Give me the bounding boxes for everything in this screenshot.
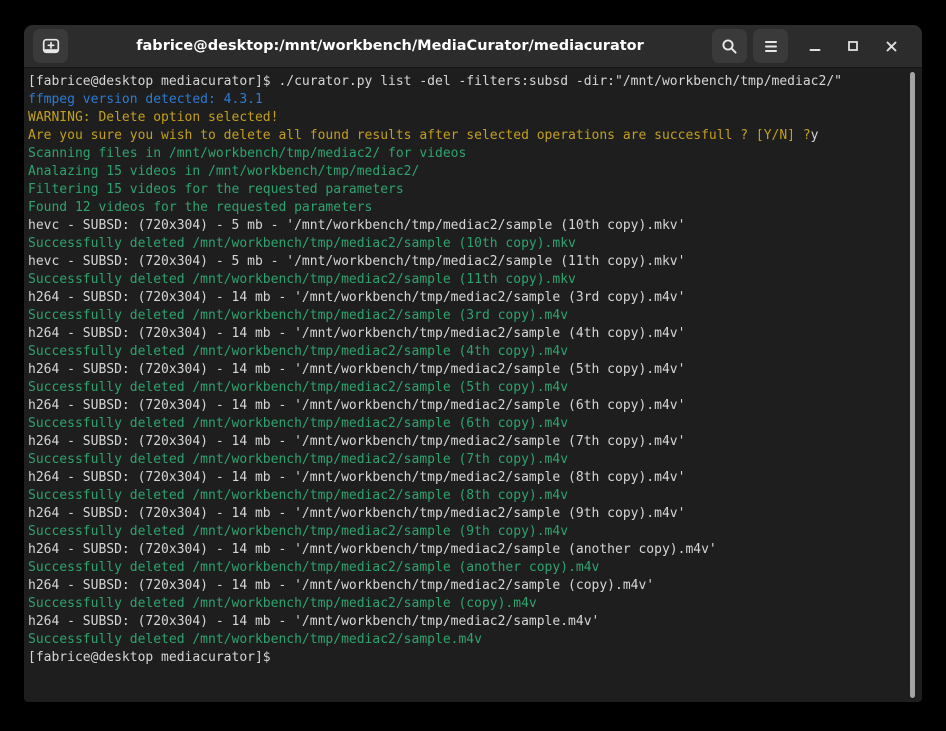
terminal-line: h264 - SUBSD: (720x304) - 14 mb - '/mnt/… <box>28 325 906 343</box>
new-tab-icon <box>42 38 60 54</box>
hamburger-menu-icon <box>764 40 778 53</box>
close-button[interactable] <box>872 29 910 63</box>
window-controls <box>796 29 910 63</box>
terminal-line: Successfully deleted /mnt/workbench/tmp/… <box>28 235 906 253</box>
minimize-icon <box>809 40 821 52</box>
terminal-line: [fabrice@desktop mediacurator]$ ./curato… <box>28 73 906 91</box>
terminal-line: Successfully deleted /mnt/workbench/tmp/… <box>28 271 906 289</box>
maximize-button[interactable] <box>834 29 872 63</box>
titlebar-action-buttons <box>712 29 788 63</box>
terminal-line: Successfully deleted /mnt/workbench/tmp/… <box>28 415 906 433</box>
terminal-line: Found 12 videos for the requested parame… <box>28 199 906 217</box>
terminal-line: h264 - SUBSD: (720x304) - 14 mb - '/mnt/… <box>28 433 906 451</box>
terminal-line: h264 - SUBSD: (720x304) - 14 mb - '/mnt/… <box>28 469 906 487</box>
terminal-line: h264 - SUBSD: (720x304) - 14 mb - '/mnt/… <box>28 613 906 631</box>
terminal-line: Filtering 15 videos for the requested pa… <box>28 181 906 199</box>
terminal-line: ffmpeg version detected: 4.3.1 <box>28 91 906 109</box>
terminal-line: h264 - SUBSD: (720x304) - 14 mb - '/mnt/… <box>28 505 906 523</box>
terminal-line: Analazing 15 videos in /mnt/workbench/tm… <box>28 163 906 181</box>
terminal-line: Successfully deleted /mnt/workbench/tmp/… <box>28 631 906 649</box>
menu-button[interactable] <box>753 29 788 63</box>
search-icon <box>721 38 738 55</box>
window-title: fabrice@desktop:/mnt/workbench/MediaCura… <box>68 38 712 54</box>
terminal-screen[interactable]: [fabrice@desktop mediacurator]$ ./curato… <box>24 68 922 702</box>
terminal-line: Successfully deleted /mnt/workbench/tmp/… <box>28 595 906 613</box>
terminal-line: Successfully deleted /mnt/workbench/tmp/… <box>28 451 906 469</box>
terminal-line: h264 - SUBSD: (720x304) - 14 mb - '/mnt/… <box>28 289 906 307</box>
terminal-line: h264 - SUBSD: (720x304) - 14 mb - '/mnt/… <box>28 577 906 595</box>
terminal-line: hevc - SUBSD: (720x304) - 5 mb - '/mnt/w… <box>28 253 906 271</box>
terminal-line: Successfully deleted /mnt/workbench/tmp/… <box>28 307 906 325</box>
terminal-output: [fabrice@desktop mediacurator]$ ./curato… <box>28 73 906 667</box>
terminal-line: Successfully deleted /mnt/workbench/tmp/… <box>28 487 906 505</box>
new-tab-button[interactable] <box>33 29 68 63</box>
terminal-line: Are you sure you wish to delete all foun… <box>28 127 906 145</box>
terminal-line: [fabrice@desktop mediacurator]$ <box>28 649 906 667</box>
terminal-line: WARNING: Delete option selected! <box>28 109 906 127</box>
terminal-line: Successfully deleted /mnt/workbench/tmp/… <box>28 343 906 361</box>
terminal-line: Scanning files in /mnt/workbench/tmp/med… <box>28 145 906 163</box>
terminal-line: h264 - SUBSD: (720x304) - 14 mb - '/mnt/… <box>28 541 906 559</box>
minimize-button[interactable] <box>796 29 834 63</box>
terminal-line: h264 - SUBSD: (720x304) - 14 mb - '/mnt/… <box>28 361 906 379</box>
search-button[interactable] <box>712 29 747 63</box>
titlebar[interactable]: fabrice@desktop:/mnt/workbench/MediaCura… <box>24 25 922 68</box>
terminal-line: Successfully deleted /mnt/workbench/tmp/… <box>28 523 906 541</box>
maximize-icon <box>847 40 859 52</box>
scrollbar[interactable] <box>910 72 915 698</box>
terminal-line: Successfully deleted /mnt/workbench/tmp/… <box>28 559 906 577</box>
terminal-line: hevc - SUBSD: (720x304) - 5 mb - '/mnt/w… <box>28 217 906 235</box>
terminal-window: fabrice@desktop:/mnt/workbench/MediaCura… <box>24 25 922 702</box>
terminal-line: h264 - SUBSD: (720x304) - 14 mb - '/mnt/… <box>28 397 906 415</box>
desktop: { "window": { "title": "fabrice@desktop:… <box>0 0 946 731</box>
close-icon <box>885 40 898 53</box>
terminal-line: Successfully deleted /mnt/workbench/tmp/… <box>28 379 906 397</box>
